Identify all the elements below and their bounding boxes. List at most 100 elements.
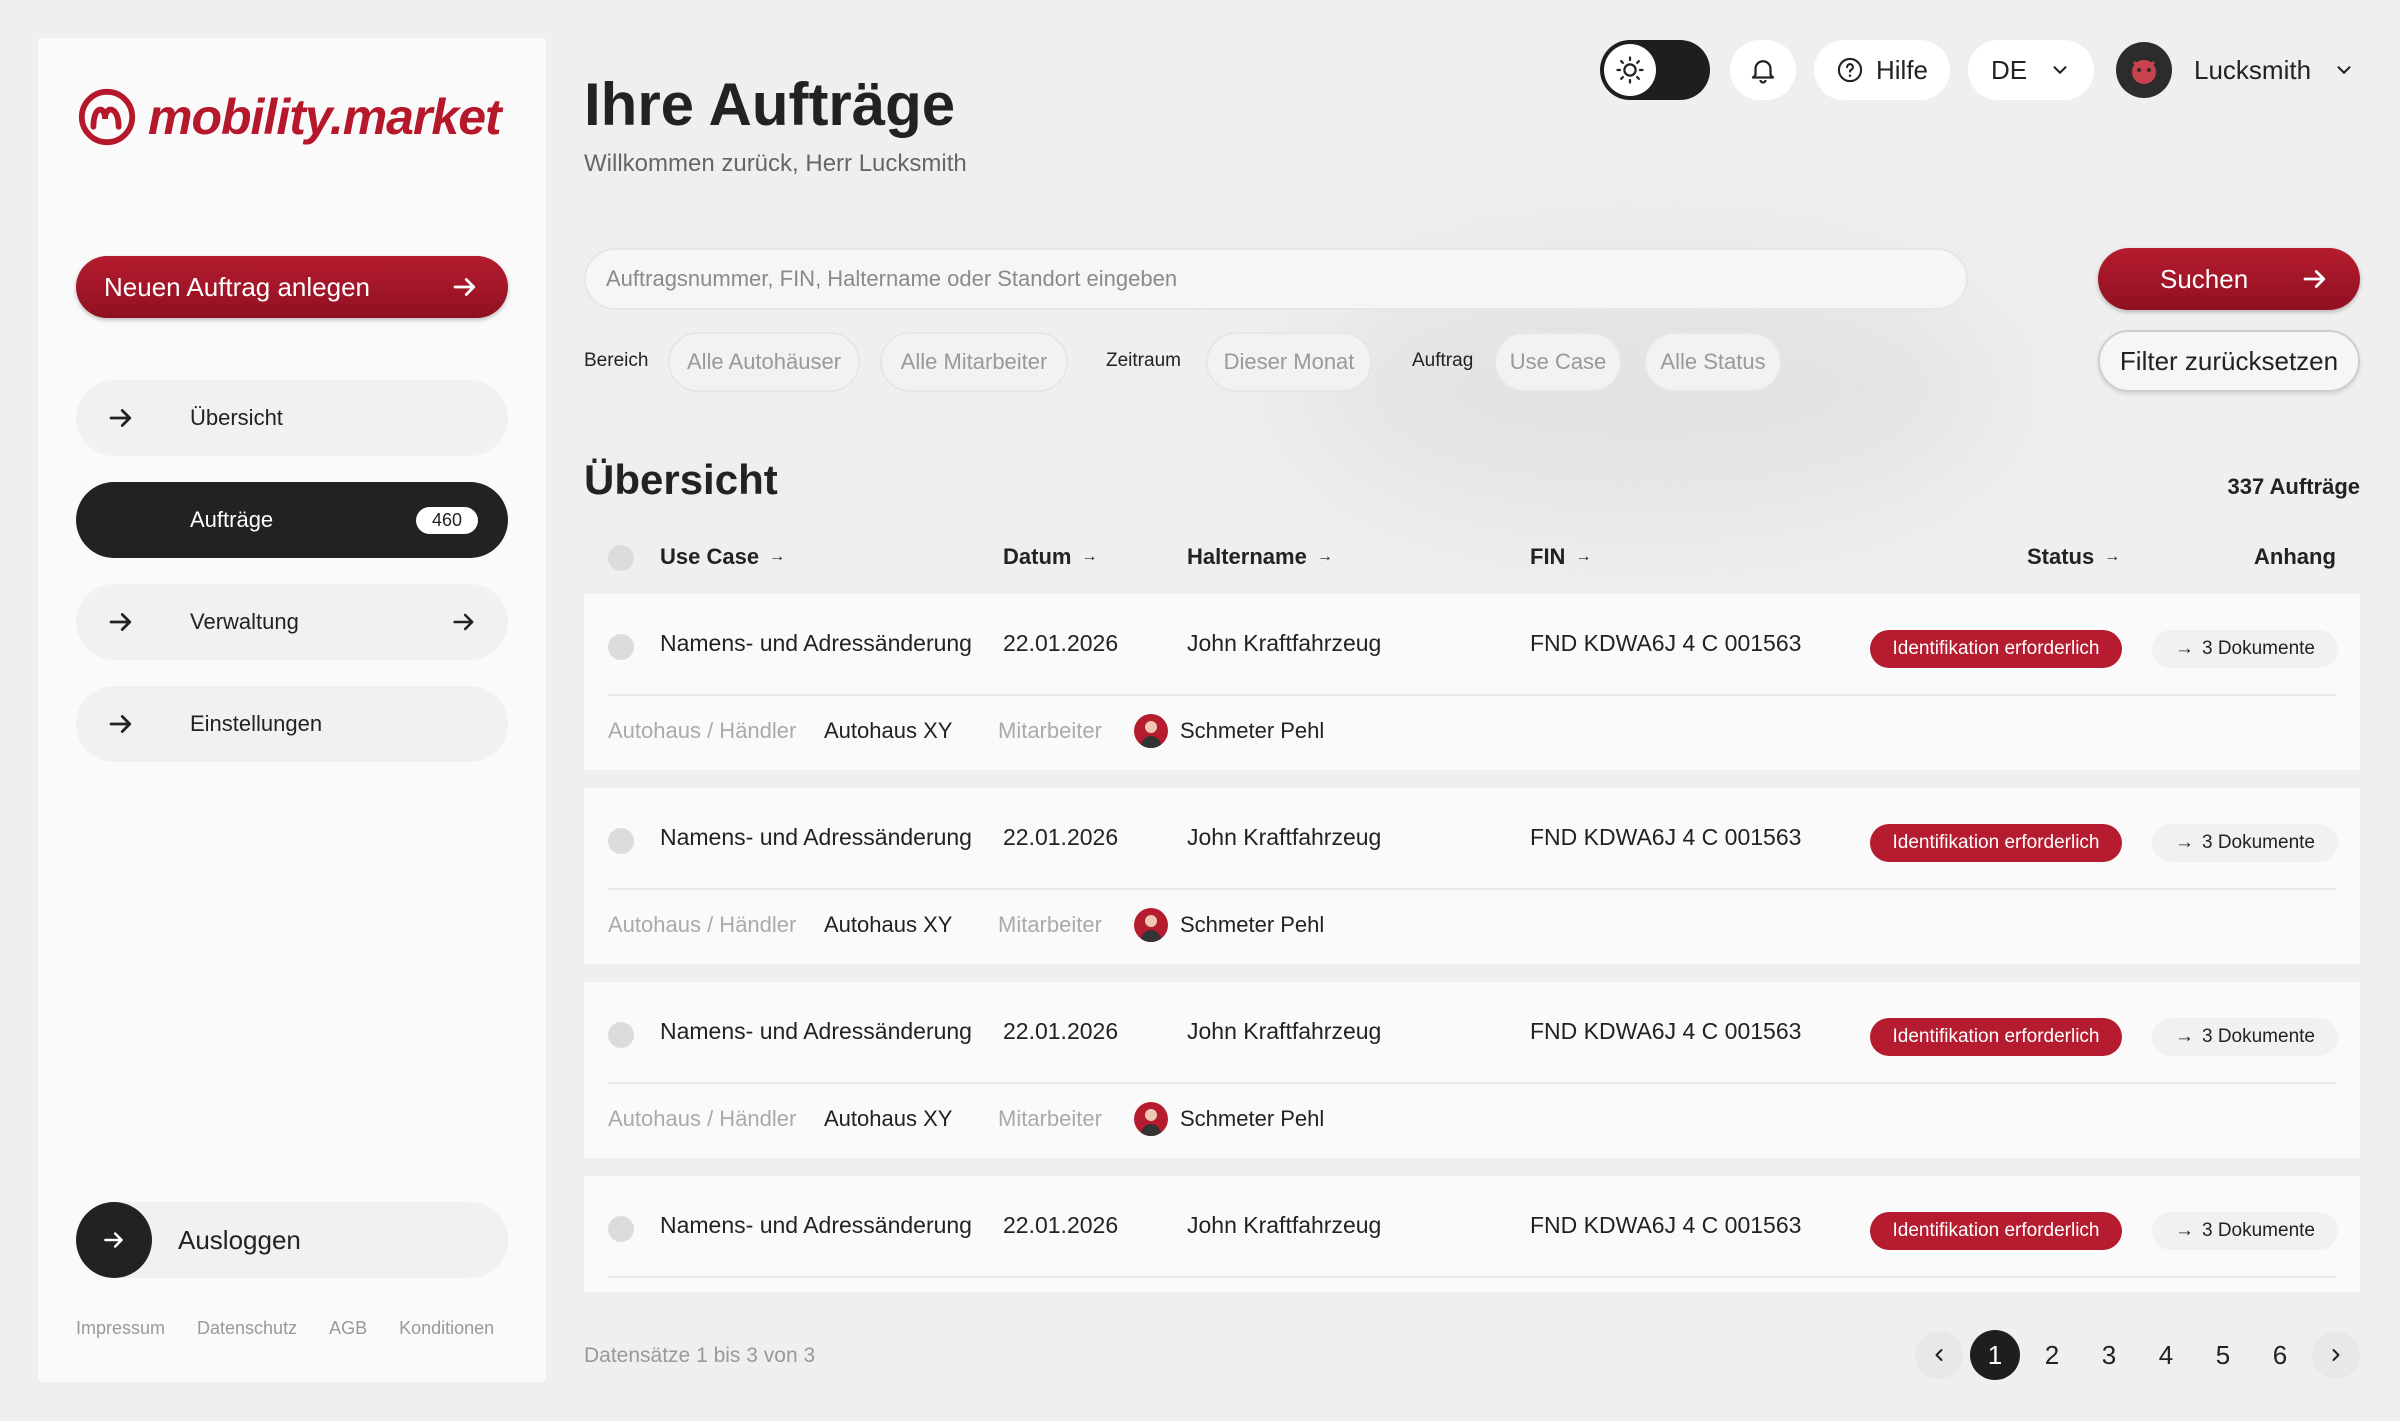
employee-label: Mitarbeiter bbox=[998, 1106, 1102, 1131]
filter-autohaeuser[interactable]: Alle Autohäuser bbox=[668, 332, 860, 392]
employee-name: Schmeter Pehl bbox=[1180, 912, 1325, 937]
sidebar-item-auftraege[interactable]: Aufträge 460 bbox=[76, 482, 508, 558]
documents-button[interactable]: → 3 Dokumente bbox=[2152, 1018, 2338, 1056]
notifications-button[interactable] bbox=[1730, 40, 1796, 100]
sidebar-item-label: Verwaltung bbox=[190, 609, 299, 634]
cell-datum: 22.01.2026 bbox=[1003, 1212, 1119, 1238]
column-haltername[interactable]: Haltername → bbox=[1187, 544, 1333, 570]
page-6[interactable]: 6 bbox=[2255, 1330, 2305, 1380]
filter-use-case[interactable]: Use Case bbox=[1494, 332, 1622, 392]
documents-button[interactable]: → 3 Dokumente bbox=[2152, 824, 2338, 862]
column-fin[interactable]: FIN → bbox=[1530, 544, 1591, 570]
arrow-right-icon bbox=[109, 409, 132, 427]
count-badge: 460 bbox=[415, 506, 478, 534]
page-3[interactable]: 3 bbox=[2084, 1330, 2134, 1380]
employee-label: Mitarbeiter bbox=[998, 718, 1102, 743]
row-select-radio[interactable] bbox=[608, 634, 634, 660]
next-page-button[interactable] bbox=[2312, 1331, 2360, 1379]
expand-arrow-icon bbox=[453, 613, 474, 631]
welcome-subtitle: Willkommen zurück, Herr Lucksmith bbox=[584, 150, 967, 177]
chevron-down-icon bbox=[2337, 66, 2351, 74]
records-info: Datensätze 1 bis 3 von 3 bbox=[584, 1344, 816, 1367]
section-title: Übersicht bbox=[584, 456, 778, 503]
user-avatar bbox=[2116, 42, 2172, 98]
language-select[interactable]: DE bbox=[1968, 40, 2094, 100]
logo[interactable]: mobility.market bbox=[76, 86, 502, 148]
filter-label-auftrag: Auftrag bbox=[1412, 350, 1474, 371]
cell-use-case: Namens- und Adressänderung bbox=[660, 824, 972, 850]
bell-icon bbox=[1751, 60, 1775, 84]
cell-use-case: Namens- und Adressänderung bbox=[660, 1018, 972, 1044]
sidebar-item-label: Einstellungen bbox=[190, 711, 323, 736]
search-button-label: Suchen bbox=[2160, 263, 2249, 294]
select-all-radio[interactable] bbox=[608, 545, 634, 571]
new-order-button[interactable]: Neuen Auftrag anlegen bbox=[76, 256, 508, 318]
chevron-left-icon bbox=[1935, 1349, 1943, 1361]
chevron-down-icon bbox=[2053, 66, 2067, 74]
footer-links: Impressum Datenschutz AGB Konditionen bbox=[76, 1318, 494, 1339]
page-5[interactable]: 5 bbox=[2198, 1330, 2248, 1380]
new-order-label: Neuen Auftrag anlegen bbox=[104, 271, 370, 302]
documents-button[interactable]: → 3 Dokumente bbox=[2152, 630, 2338, 668]
column-status[interactable]: Status → bbox=[2027, 544, 2120, 570]
employee-name: Schmeter Pehl bbox=[1180, 1106, 1325, 1131]
sidebar-item-label: Übersicht bbox=[190, 405, 283, 430]
row-select-radio[interactable] bbox=[608, 828, 634, 854]
logout-button[interactable]: Ausloggen bbox=[76, 1202, 508, 1278]
employee-avatar bbox=[1134, 1102, 1168, 1136]
status-badge: Identifikation erforderlich bbox=[1870, 824, 2122, 862]
sidebar-item-einstellungen[interactable]: Einstellungen bbox=[76, 686, 508, 762]
cell-use-case: Namens- und Adressänderung bbox=[660, 630, 972, 656]
sun-icon bbox=[1604, 44, 1656, 96]
sidebar-item-uebersicht[interactable]: Übersicht bbox=[76, 380, 508, 456]
employee-name: Schmeter Pehl bbox=[1180, 718, 1325, 743]
dealer-label: Autohaus / Händler bbox=[608, 912, 797, 937]
dealer-value: Autohaus XY bbox=[824, 1106, 953, 1131]
filter-status[interactable]: Alle Status bbox=[1644, 332, 1782, 392]
cell-datum: 22.01.2026 bbox=[1003, 1018, 1119, 1044]
page-2[interactable]: 2 bbox=[2027, 1330, 2077, 1380]
footer-link-impressum[interactable]: Impressum bbox=[76, 1318, 165, 1339]
status-badge: Identifikation erforderlich bbox=[1870, 1212, 2122, 1250]
cell-fin: FND KDWA6J 4 C 001563 bbox=[1530, 630, 1802, 656]
dealer-label: Autohaus / Händler bbox=[608, 1106, 797, 1131]
page-1[interactable]: 1 bbox=[1970, 1330, 2020, 1380]
row-select-radio[interactable] bbox=[608, 1022, 634, 1048]
footer-link-konditionen[interactable]: Konditionen bbox=[399, 1318, 494, 1339]
cell-datum: 22.01.2026 bbox=[1003, 824, 1119, 850]
status-badge: Identifikation erforderlich bbox=[1870, 630, 2122, 668]
table-header: Use Case → Datum → Haltername → FIN → Status… bbox=[584, 530, 2360, 586]
arrow-right-icon bbox=[2303, 270, 2326, 288]
reset-filters-button[interactable]: Filter zurücksetzen bbox=[2098, 330, 2360, 392]
table-row[interactable]: Namens- und Adressänderung 22.01.2026 Jo… bbox=[584, 982, 2360, 1158]
footer-link-agb[interactable]: AGB bbox=[329, 1318, 367, 1339]
arrow-right-icon bbox=[453, 278, 476, 296]
table-row[interactable]: Namens- und Adressänderung 22.01.2026 Jo… bbox=[584, 1176, 2360, 1292]
page-4[interactable]: 4 bbox=[2141, 1330, 2191, 1380]
search-button[interactable]: Suchen bbox=[2098, 248, 2360, 310]
filter-zeitraum[interactable]: Dieser Monat bbox=[1206, 332, 1372, 392]
filter-mitarbeiter[interactable]: Alle Mitarbeiter bbox=[880, 332, 1068, 392]
column-use-case[interactable]: Use Case → bbox=[660, 544, 785, 570]
filter-label-bereich: Bereich bbox=[584, 350, 649, 371]
documents-button[interactable]: → 3 Dokumente bbox=[2152, 1212, 2338, 1250]
cell-haltername: John Kraftfahrzeug bbox=[1187, 1212, 1382, 1238]
row-select-radio[interactable] bbox=[608, 1216, 634, 1242]
help-button[interactable]: Hilfe bbox=[1814, 40, 1950, 100]
user-menu[interactable]: Lucksmith bbox=[2116, 40, 2355, 100]
cell-fin: FND KDWA6J 4 C 001563 bbox=[1530, 1018, 1802, 1044]
logo-icon bbox=[78, 88, 136, 146]
cell-haltername: John Kraftfahrzeug bbox=[1187, 824, 1382, 850]
table-row[interactable]: Namens- und Adressänderung 22.01.2026 Jo… bbox=[584, 788, 2360, 964]
prev-page-button[interactable] bbox=[1915, 1331, 1963, 1379]
sidebar-item-verwaltung[interactable]: Verwaltung bbox=[76, 584, 508, 660]
search-input[interactable] bbox=[584, 248, 1968, 310]
table-row[interactable]: Namens- und Adressänderung 22.01.2026 Jo… bbox=[584, 594, 2360, 770]
footer-link-datenschutz[interactable]: Datenschutz bbox=[197, 1318, 297, 1339]
column-datum[interactable]: Datum → bbox=[1003, 544, 1097, 570]
sidebar: mobility.market Neuen Auftrag anlegen Üb… bbox=[38, 38, 546, 1382]
theme-toggle[interactable] bbox=[1600, 40, 1710, 100]
arrow-right-icon bbox=[109, 613, 132, 631]
chevron-right-icon bbox=[2332, 1349, 2340, 1361]
employee-avatar bbox=[1134, 908, 1168, 942]
